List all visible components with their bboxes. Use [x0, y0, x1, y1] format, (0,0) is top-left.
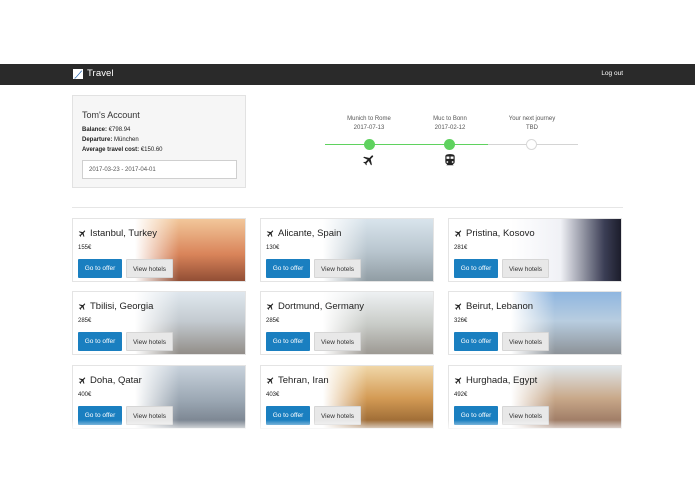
account-panel: Tom's Account Balance: €798.94 Departure…: [72, 95, 246, 188]
balance-value: €798.94: [108, 127, 131, 133]
offer-destination: Tbilisi, Georgia: [90, 301, 154, 312]
balance-label: Balance:: [82, 127, 108, 133]
view-hotels-button[interactable]: View hotels: [502, 259, 549, 278]
departure-value: München: [114, 137, 139, 143]
timeline-progress-line: [325, 144, 488, 146]
offer-card: Pristina, Kosovo 281€ Go to offer View h…: [448, 218, 622, 282]
offer-price: 400€: [78, 392, 92, 398]
plane-icon: [454, 303, 462, 310]
departure-line: Departure: München: [82, 137, 139, 143]
plane-icon: [266, 303, 274, 310]
plane-icon: [266, 230, 274, 237]
timeline-stop-1: Munich to Rome 2017-07-13: [329, 115, 409, 133]
offer-price: 326€: [454, 318, 468, 324]
timeline-dot-done[interactable]: [364, 139, 375, 150]
go-to-offer-button[interactable]: Go to offer: [78, 332, 122, 351]
timeline-stop-label: Muc to Bonn: [433, 116, 467, 122]
top-navbar: Travel Log out: [0, 64, 695, 85]
offer-price: 492€: [454, 392, 468, 398]
go-to-offer-button[interactable]: Go to offer: [266, 259, 310, 278]
offer-destination: Alicante, Spain: [278, 228, 342, 239]
go-to-offer-button[interactable]: Go to offer: [266, 332, 310, 351]
offer-title: Hurghada, Egypt: [454, 375, 537, 386]
plane-icon: [78, 303, 86, 310]
offer-title: Tbilisi, Georgia: [78, 301, 153, 312]
offer-price: 130€: [266, 245, 280, 251]
timeline-stop-date: 2017-07-13: [353, 125, 385, 131]
offer-card: Beirut, Lebanon 326€ Go to offer View ho…: [448, 291, 622, 355]
offer-price: 285€: [266, 318, 280, 324]
plane-icon: [362, 153, 376, 167]
view-hotels-button[interactable]: View hotels: [502, 332, 549, 351]
page-bottom-whitespace: [0, 430, 695, 494]
offer-price: 285€: [78, 318, 92, 324]
timeline-stop-date: 2017-02-12: [434, 125, 466, 131]
journey-timeline: Munich to Rome 2017-07-13 Muc to Bonn 20…: [325, 110, 580, 170]
offer-title: Alicante, Spain: [266, 228, 341, 239]
departure-label: Departure:: [82, 137, 113, 143]
offer-title: Doha, Qatar: [78, 375, 142, 386]
account-title: Tom's Account: [82, 110, 140, 120]
offer-destination: Dortmund, Germany: [278, 301, 365, 312]
offer-destination: Tehran, Iran: [278, 375, 329, 386]
brand-name: Travel: [87, 68, 114, 79]
plane-icon: [266, 377, 274, 384]
offer-destination: Istanbul, Turkey: [90, 228, 158, 239]
go-to-offer-button[interactable]: Go to offer: [454, 332, 498, 351]
section-divider: [72, 207, 623, 208]
timeline-stop-date: TBD: [526, 125, 538, 131]
timeline-dot-done[interactable]: [444, 139, 455, 150]
date-range-input[interactable]: 2017-03-23 - 2017-04-01: [82, 160, 237, 179]
go-to-offer-button[interactable]: Go to offer: [78, 259, 122, 278]
offer-title: Tehran, Iran: [266, 375, 329, 386]
timeline-stop-label: Your next journey: [508, 116, 556, 122]
avg-cost-value: €150.60: [140, 147, 163, 153]
timeline-stop-label: Munich to Rome: [347, 116, 391, 122]
plane-icon: [454, 377, 462, 384]
avg-cost-label: Average travel cost:: [82, 147, 140, 153]
timeline-dot-pending[interactable]: [526, 139, 537, 150]
pen-logo-icon: [73, 68, 83, 79]
timeline-stop-3: Your next journey TBD: [492, 115, 572, 133]
plane-icon: [78, 377, 86, 384]
balance-line: Balance: €798.94: [82, 127, 130, 133]
offer-card: Dortmund, Germany 285€ Go to offer View …: [260, 291, 434, 355]
view-hotels-button[interactable]: View hotels: [126, 332, 173, 351]
offer-price: 281€: [454, 245, 468, 251]
train-icon: [443, 153, 457, 167]
offer-card: Istanbul, Turkey 155€ Go to offer View h…: [72, 218, 246, 282]
view-hotels-button[interactable]: View hotels: [126, 259, 173, 278]
offer-destination: Beirut, Lebanon: [466, 301, 534, 312]
go-to-offer-button[interactable]: Go to offer: [454, 259, 498, 278]
offer-title: Beirut, Lebanon: [454, 301, 533, 312]
view-hotels-button[interactable]: View hotels: [314, 332, 361, 351]
offer-destination: Doha, Qatar: [90, 375, 142, 386]
brand-link[interactable]: Travel: [73, 68, 114, 79]
offer-destination: Pristina, Kosovo: [466, 228, 535, 239]
offer-title: Istanbul, Turkey: [78, 228, 157, 239]
offer-card: Tbilisi, Georgia 285€ Go to offer View h…: [72, 291, 246, 355]
offer-title: Pristina, Kosovo: [454, 228, 535, 239]
offer-card: Alicante, Spain 130€ Go to offer View ho…: [260, 218, 434, 282]
timeline-stop-2: Muc to Bonn 2017-02-12: [410, 115, 490, 133]
offer-destination: Hurghada, Egypt: [466, 375, 538, 386]
offer-price: 403€: [266, 392, 280, 398]
offer-price: 155€: [78, 245, 92, 251]
offer-title: Dortmund, Germany: [266, 301, 364, 312]
plane-icon: [454, 230, 462, 237]
logout-link[interactable]: Log out: [601, 70, 623, 77]
view-hotels-button[interactable]: View hotels: [314, 259, 361, 278]
avg-cost-line: Average travel cost: €150.60: [82, 147, 163, 153]
plane-icon: [78, 230, 86, 237]
